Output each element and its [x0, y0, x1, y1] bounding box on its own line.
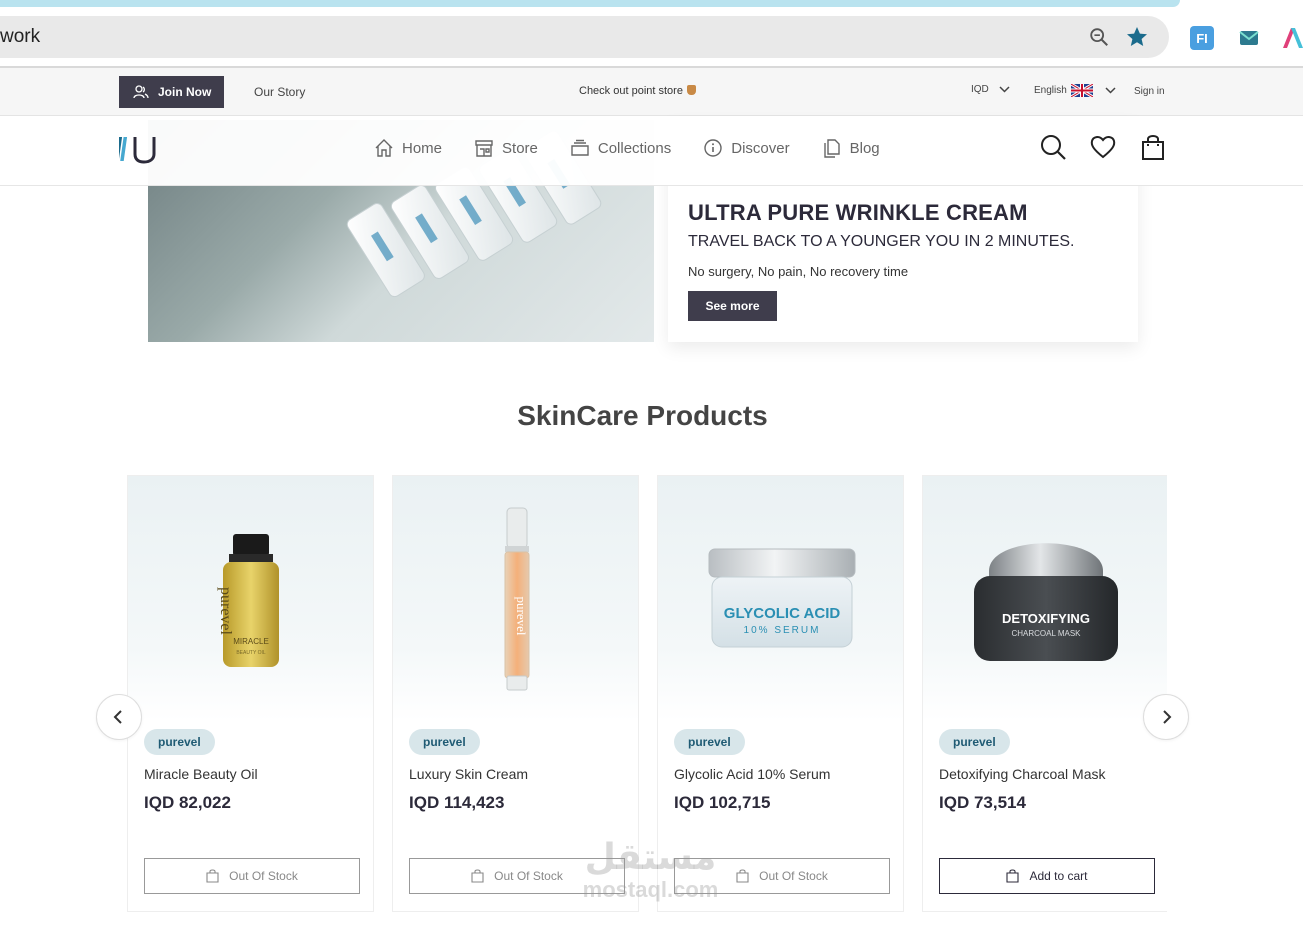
- cream-pen-illustration: purevel: [504, 507, 530, 691]
- nav-item-home[interactable]: Home: [374, 138, 442, 158]
- address-text[interactable]: work: [0, 26, 40, 48]
- button-label: Out Of Stock: [494, 869, 563, 883]
- carousel-next-button[interactable]: [1143, 694, 1189, 740]
- nav-item-discover[interactable]: Discover: [703, 138, 790, 158]
- chevron-down-icon: [1105, 87, 1116, 94]
- hero-title: ULTRA PURE WRINKLE CREAM: [688, 200, 1028, 225]
- product-image[interactable]: DETOXIFYING CHARCOAL MASK: [923, 476, 1167, 721]
- mask-label-name: DETOXIFYING: [1002, 611, 1090, 626]
- serum-jar-illustration: GLYCOLIC ACID 10% SERUM: [708, 548, 856, 648]
- chevron-down-icon: [999, 86, 1010, 93]
- oil-label-brand: purevel: [217, 587, 234, 636]
- product-name[interactable]: Luxury Skin Cream: [409, 766, 528, 782]
- brand-badge[interactable]: purevel: [939, 729, 1010, 755]
- bag-icon: [471, 869, 484, 883]
- nav-item-label: Home: [402, 139, 443, 157]
- search-icon[interactable]: [1039, 133, 1067, 161]
- main-navbar: Home Store Collections Discover Blog: [0, 116, 1303, 186]
- chevron-right-icon: [1163, 710, 1172, 724]
- product-card[interactable]: DETOXIFYING CHARCOAL MASK purevel Detoxi…: [922, 475, 1167, 912]
- pen-label-brand: purevel: [514, 597, 529, 636]
- browser-tab-strip: [0, 0, 1180, 7]
- nav-item-blog[interactable]: Blog: [822, 138, 880, 158]
- out-of-stock-button[interactable]: Out Of Stock: [144, 858, 360, 894]
- bag-icon: [1006, 869, 1020, 883]
- info-icon: [704, 139, 722, 157]
- product-name[interactable]: Detoxifying Charcoal Mask: [939, 766, 1106, 782]
- extension-fi-icon[interactable]: FI: [1190, 26, 1214, 50]
- add-to-cart-button[interactable]: Add to cart: [939, 858, 1155, 894]
- wishlist-heart-icon[interactable]: [1089, 133, 1117, 161]
- mask-label-type: CHARCOAL MASK: [1011, 629, 1081, 638]
- promo-text[interactable]: Check out point store: [579, 85, 696, 97]
- oil-label-name: MIRACLE: [233, 637, 269, 646]
- button-label: Out Of Stock: [759, 869, 828, 883]
- product-price: IQD 114,423: [409, 793, 505, 812]
- nav-item-label: Collections: [597, 139, 672, 157]
- currency-selector[interactable]: IQD: [971, 84, 1010, 95]
- button-label: Add to cart: [1029, 869, 1088, 883]
- nav-menu: Home Store Collections Discover Blog: [374, 138, 880, 158]
- bookmark-star-icon[interactable]: [1125, 25, 1149, 49]
- zoom-icon[interactable]: [1088, 26, 1110, 48]
- oil-bottle-illustration: purevel MIRACLE BEAUTY OIL: [217, 534, 279, 667]
- currency-label: IQD: [971, 84, 989, 95]
- our-story-link[interactable]: Our Story: [254, 85, 305, 99]
- top-bar: Join Now Our Story Check out point store…: [0, 66, 1303, 116]
- nav-item-collections[interactable]: Collections: [570, 138, 671, 158]
- product-image[interactable]: purevel MIRACLE BEAUTY OIL: [128, 476, 373, 721]
- extension-mail-icon[interactable]: [1237, 26, 1261, 50]
- address-bar[interactable]: work: [0, 16, 1169, 58]
- chevron-left-icon: [113, 710, 122, 724]
- language-selector[interactable]: English: [1034, 84, 1116, 97]
- nav-actions: [1039, 133, 1167, 161]
- nav-item-store[interactable]: Store: [474, 138, 538, 158]
- product-price: IQD 82,022: [144, 793, 231, 812]
- serum-label-type: 10% SERUM: [744, 625, 821, 636]
- product-name[interactable]: Glycolic Acid 10% Serum: [674, 766, 830, 782]
- money-bag-icon: [686, 85, 696, 95]
- users-icon: [133, 85, 149, 99]
- brand-logo[interactable]: [119, 134, 159, 164]
- brand-badge[interactable]: purevel: [409, 729, 480, 755]
- watermark-latin: mostaql.com: [582, 877, 719, 902]
- product-image[interactable]: purevel: [393, 476, 638, 721]
- nav-item-label: Discover: [731, 139, 790, 157]
- section-title: SkinCare Products: [517, 400, 768, 431]
- browser-toolbar: work FI: [0, 7, 1303, 65]
- see-more-button[interactable]: See more: [688, 291, 777, 321]
- nav-item-label: Blog: [849, 139, 880, 157]
- join-now-label: Join Now: [158, 85, 212, 99]
- hero-description: No surgery, No pain, No recovery time: [688, 264, 909, 279]
- product-price: IQD 102,715: [674, 793, 771, 812]
- charcoal-mask-illustration: DETOXIFYING CHARCOAL MASK: [974, 543, 1118, 661]
- product-card[interactable]: purevel MIRACLE BEAUTY OIL purevel Mirac…: [127, 475, 374, 912]
- serum-label-name: GLYCOLIC ACID: [724, 605, 841, 622]
- brand-badge[interactable]: purevel: [144, 729, 215, 755]
- carousel-prev-button[interactable]: [96, 694, 142, 740]
- extension-arrow-icon[interactable]: [1281, 26, 1303, 50]
- home-icon: [375, 139, 393, 157]
- product-price: IQD 73,514: [939, 793, 1026, 812]
- blog-icon: [823, 139, 840, 158]
- brand-badge[interactable]: purevel: [674, 729, 745, 755]
- watermark-arabic: مستقل: [584, 837, 717, 878]
- product-image[interactable]: GLYCOLIC ACID 10% SERUM: [658, 476, 903, 721]
- bag-icon: [206, 869, 219, 883]
- oil-label-type: BEAUTY OIL: [236, 650, 266, 656]
- language-label: English: [1034, 85, 1067, 96]
- sign-in-link[interactable]: Sign in: [1134, 86, 1165, 97]
- nav-item-label: Store: [502, 139, 538, 157]
- hero-subtitle: TRAVEL BACK TO A YOUNGER YOU IN 2 MINUTE…: [688, 233, 1075, 250]
- cart-bag-icon[interactable]: [1139, 133, 1167, 161]
- store-icon: [475, 140, 493, 157]
- button-label: Out Of Stock: [229, 869, 298, 883]
- uk-flag-icon: [1070, 84, 1093, 97]
- collections-icon: [571, 139, 589, 156]
- product-name[interactable]: Miracle Beauty Oil: [144, 766, 258, 782]
- bag-icon: [736, 869, 749, 883]
- watermark: مستقل mostaql.com: [568, 838, 733, 908]
- join-now-button[interactable]: Join Now: [119, 76, 224, 108]
- promo-label: Check out point store: [579, 85, 683, 97]
